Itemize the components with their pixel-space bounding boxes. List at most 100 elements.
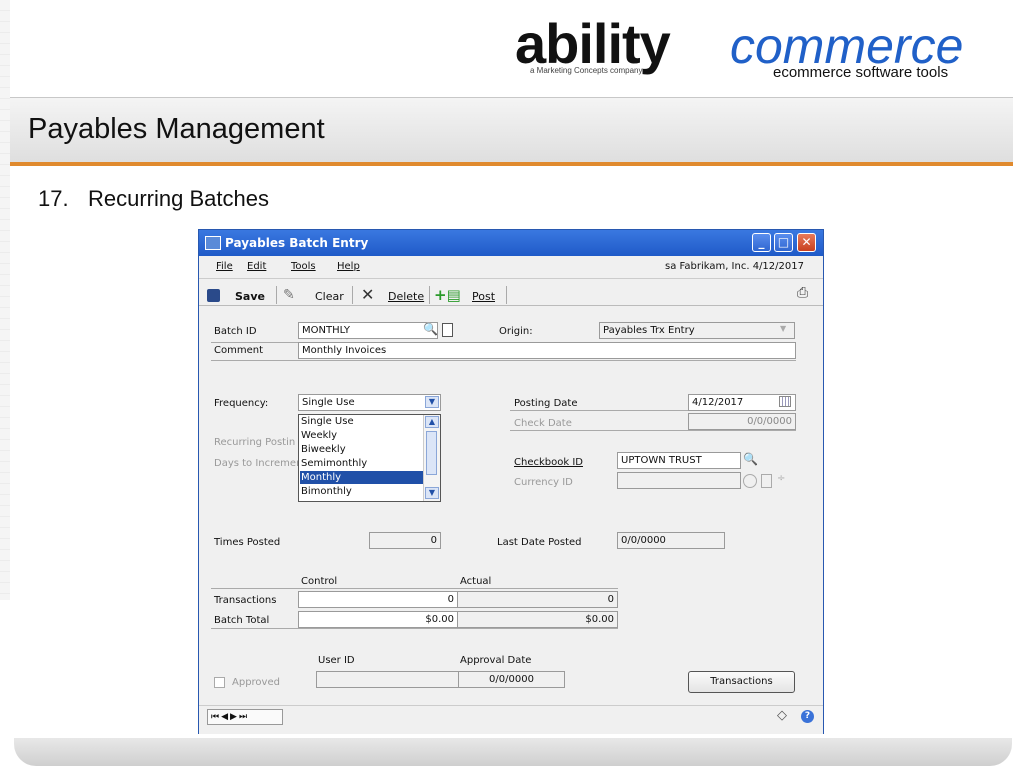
frequency-option-selected[interactable]: Monthly bbox=[300, 471, 424, 484]
transactions-label: Transactions bbox=[214, 595, 277, 606]
last-date-posted-field: 0/0/0000 bbox=[617, 532, 725, 549]
approved-label: Approved bbox=[232, 677, 280, 688]
user-id-label: User ID bbox=[318, 655, 355, 666]
frequency-label: Frequency: bbox=[214, 398, 269, 409]
post-icon[interactable]: +▤ bbox=[434, 286, 461, 304]
eraser-icon[interactable]: ✎ bbox=[283, 287, 295, 303]
calendar-icon[interactable] bbox=[779, 396, 791, 407]
scroll-thumb[interactable] bbox=[426, 431, 437, 475]
logo-brand: ability bbox=[515, 12, 671, 75]
batch-total-label: Batch Total bbox=[214, 615, 270, 626]
frequency-option[interactable]: Weekly bbox=[300, 429, 424, 442]
control-header: Control bbox=[301, 576, 338, 587]
window-title-bar[interactable]: Payables Batch Entry _ □ ✕ bbox=[199, 230, 823, 256]
approval-date-field: 0/0/0000 bbox=[458, 671, 565, 688]
help-icon[interactable]: ? bbox=[801, 710, 814, 723]
check-date-field: 0/0/0000 bbox=[688, 413, 796, 430]
divider bbox=[211, 628, 618, 629]
frequency-options-list: Single Use Weekly Biweekly Semimonthly M… bbox=[298, 414, 441, 502]
print-icon[interactable]: ⎙ bbox=[797, 285, 808, 301]
frequency-dropdown[interactable]: Single Use bbox=[298, 394, 441, 411]
note-tag-icon[interactable]: ◇ bbox=[777, 708, 787, 723]
payables-batch-entry-window: Payables Batch Entry _ □ ✕ File Edit Too… bbox=[198, 229, 824, 734]
status-bar bbox=[199, 705, 823, 734]
toolbar-separator bbox=[276, 286, 277, 304]
days-to-increment-label: Days to Incremen bbox=[214, 458, 303, 469]
times-posted-field: 0 bbox=[369, 532, 441, 549]
section-number: 17. bbox=[38, 186, 69, 211]
previous-record-icon[interactable]: ◀ bbox=[221, 712, 230, 722]
note-icon bbox=[761, 474, 772, 488]
scroll-down-icon[interactable]: ▼ bbox=[425, 487, 439, 499]
check-date-label: Check Date bbox=[514, 418, 572, 429]
menu-help[interactable]: Help bbox=[337, 261, 360, 272]
menu-edit[interactable]: Edit bbox=[247, 261, 266, 272]
menu-file[interactable]: File bbox=[216, 261, 233, 272]
save-icon[interactable] bbox=[207, 289, 220, 302]
page-title: Payables Management bbox=[28, 113, 325, 145]
title-underline bbox=[10, 162, 1013, 166]
menu-tools[interactable]: Tools bbox=[291, 261, 316, 272]
logo-tagline: a Marketing Concepts company bbox=[530, 66, 643, 75]
options-scrollbar[interactable]: ▲ ▼ bbox=[423, 415, 440, 501]
delete-x-icon[interactable]: ✕ bbox=[361, 285, 374, 304]
checkbook-id-link[interactable]: Checkbook ID bbox=[514, 457, 583, 468]
recurring-posting-label: Recurring Postin bbox=[214, 437, 296, 448]
last-record-icon[interactable]: ⏭ bbox=[239, 712, 249, 722]
comment-field[interactable]: Monthly Invoices bbox=[298, 342, 796, 359]
post-button[interactable]: Post bbox=[472, 290, 495, 303]
currency-lookup-icon bbox=[743, 474, 757, 488]
checkbook-lookup-icon[interactable]: 🔍 bbox=[743, 452, 758, 466]
batch-id-field[interactable]: MONTHLY bbox=[298, 322, 438, 339]
slide-grid-background bbox=[0, 0, 10, 600]
toolbar-separator bbox=[506, 286, 507, 304]
batch-total-control-field[interactable]: $0.00 bbox=[298, 611, 458, 628]
next-record-icon[interactable]: ▶ bbox=[230, 712, 239, 722]
actual-header: Actual bbox=[460, 576, 492, 587]
minimize-button[interactable]: _ bbox=[752, 233, 771, 252]
frequency-option[interactable]: Single Use bbox=[300, 415, 424, 428]
toolbar-separator bbox=[352, 286, 353, 304]
lookup-icon[interactable]: 🔍 bbox=[423, 322, 438, 336]
first-record-icon[interactable]: ⏮ bbox=[211, 712, 221, 722]
new-note-icon[interactable] bbox=[442, 323, 453, 337]
times-posted-label: Times Posted bbox=[214, 537, 281, 548]
batch-id-label: Batch ID bbox=[214, 326, 257, 337]
currency-id-label: Currency ID bbox=[514, 477, 573, 488]
maximize-button[interactable]: □ bbox=[774, 233, 793, 252]
divider bbox=[211, 588, 618, 589]
frequency-option[interactable]: Bimonthly bbox=[300, 485, 424, 498]
currency-id-field bbox=[617, 472, 741, 489]
comment-label: Comment bbox=[214, 345, 263, 356]
window-app-icon bbox=[205, 236, 221, 250]
section-title: Recurring Batches bbox=[88, 186, 269, 211]
frequency-option[interactable]: Biweekly bbox=[300, 443, 424, 456]
scroll-up-icon[interactable]: ▲ bbox=[425, 416, 439, 428]
delete-button[interactable]: Delete bbox=[388, 290, 424, 303]
approval-date-label: Approval Date bbox=[460, 655, 532, 666]
record-navigation: ⏮◀▶⏭ bbox=[207, 709, 283, 725]
origin-dropdown[interactable]: Payables Trx Entry bbox=[599, 322, 795, 339]
batch-total-actual-field: $0.00 bbox=[457, 611, 618, 628]
close-button[interactable]: ✕ bbox=[797, 233, 816, 252]
transactions-button[interactable]: Transactions bbox=[688, 671, 795, 693]
transactions-control-field[interactable]: 0 bbox=[298, 591, 458, 608]
user-company-date: sa Fabrikam, Inc. 4/12/2017 bbox=[665, 261, 804, 272]
origin-label: Origin: bbox=[499, 326, 533, 337]
posting-date-label: Posting Date bbox=[514, 398, 578, 409]
clear-button[interactable]: Clear bbox=[315, 290, 344, 303]
transactions-actual-field: 0 bbox=[457, 591, 618, 608]
frequency-option[interactable]: Semimonthly bbox=[300, 457, 424, 470]
last-date-posted-label: Last Date Posted bbox=[497, 537, 582, 548]
origin-chevron-down-icon: ▼ bbox=[780, 324, 787, 333]
checkbook-id-field[interactable]: UPTOWN TRUST bbox=[617, 452, 741, 469]
logo-subtitle: ecommerce software tools bbox=[773, 64, 949, 81]
window-title: Payables Batch Entry bbox=[225, 236, 369, 250]
slide-footer-bar bbox=[14, 738, 1012, 766]
save-button[interactable]: Save bbox=[235, 290, 265, 303]
frequency-chevron-down-icon[interactable]: ▼ bbox=[425, 396, 439, 408]
toolbar-separator bbox=[429, 286, 430, 304]
approved-checkbox[interactable] bbox=[214, 677, 225, 688]
currency-expand-icon: ÷ bbox=[777, 473, 786, 484]
user-id-field bbox=[316, 671, 459, 688]
